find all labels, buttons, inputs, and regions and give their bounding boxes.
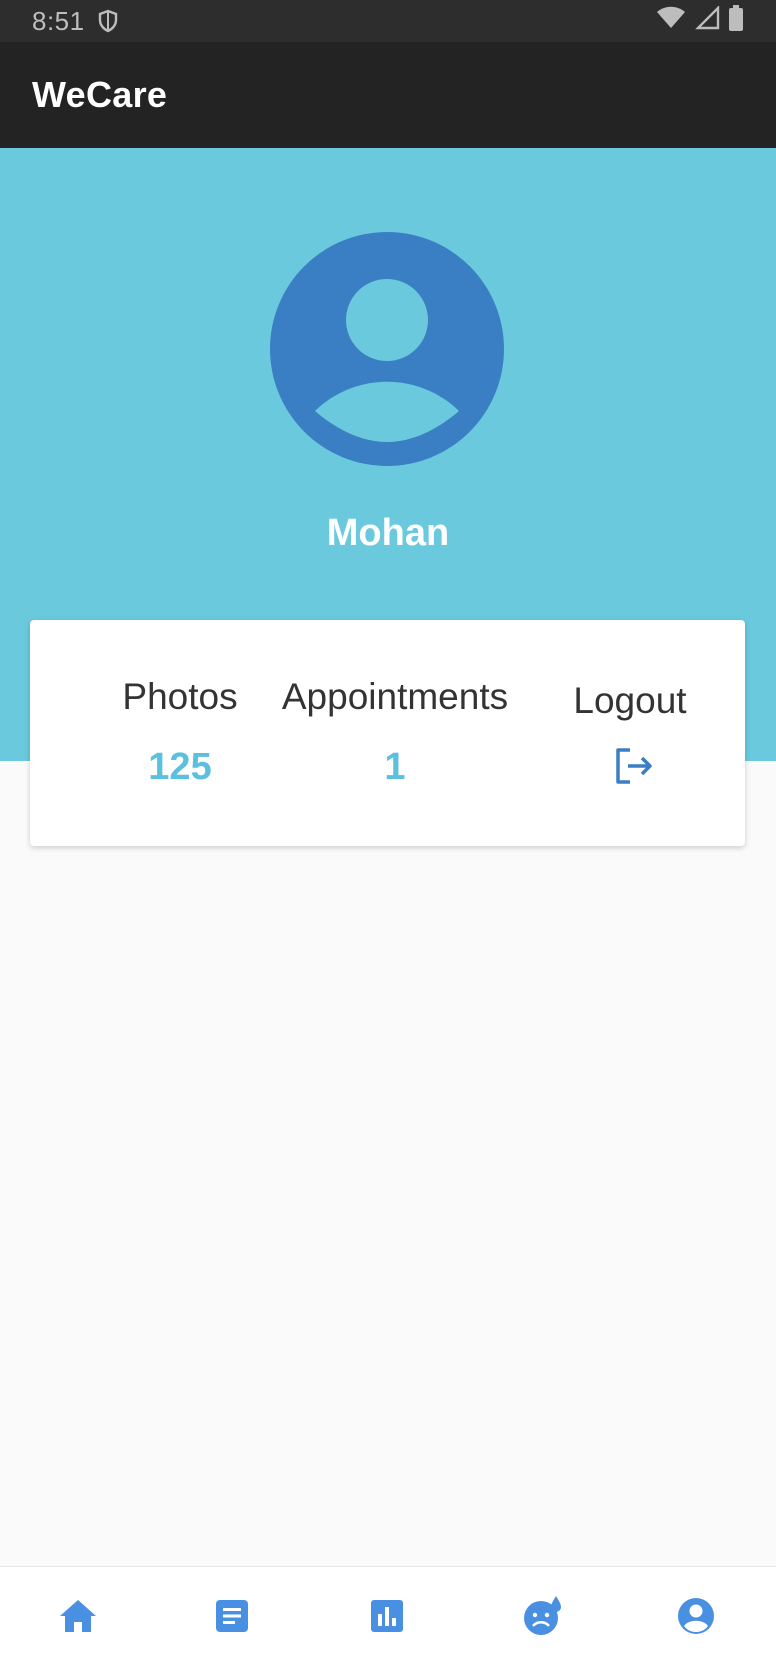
bar-chart-icon[interactable]	[365, 1594, 409, 1643]
bottom-navigation	[0, 1566, 776, 1668]
shield-icon	[97, 9, 119, 33]
nav-profile[interactable]	[671, 1593, 721, 1643]
stats-card: Photos 125 Appointments 1 Logout	[30, 620, 745, 846]
logout-label: Logout	[573, 680, 687, 721]
signal-icon	[694, 4, 720, 37]
nav-statistics[interactable]	[362, 1593, 412, 1643]
status-bar: 8:51	[0, 0, 776, 42]
nav-home[interactable]	[53, 1593, 103, 1643]
nav-documents[interactable]	[207, 1593, 257, 1643]
status-icons	[656, 4, 744, 38]
appointments-stat[interactable]: Appointments 1	[270, 620, 520, 846]
app-bar: WeCare	[0, 42, 776, 148]
profile-screen: 8:51 WeCare Mohan Photos 125 Appointment…	[0, 0, 776, 1668]
app-title: WeCare	[32, 74, 168, 115]
battery-icon	[728, 4, 744, 38]
status-time: 8:51	[32, 5, 85, 36]
photos-label: Photos	[122, 676, 238, 717]
nav-mood[interactable]	[517, 1593, 567, 1643]
photos-count: 125	[148, 746, 212, 788]
logout-icon[interactable]	[612, 744, 656, 788]
appointments-count: 1	[384, 746, 406, 788]
sad-face-icon[interactable]	[520, 1594, 564, 1643]
document-icon[interactable]	[210, 1594, 254, 1643]
appointments-label: Appointments	[281, 676, 509, 717]
home-icon[interactable]	[56, 1594, 100, 1643]
wifi-icon	[656, 6, 686, 37]
profile-name: Mohan	[326, 512, 450, 554]
logout-button[interactable]: Logout	[540, 620, 720, 846]
account-circle-icon	[270, 232, 504, 466]
photos-stat[interactable]: Photos 125	[70, 620, 290, 846]
account-circle-icon[interactable]	[674, 1594, 718, 1643]
